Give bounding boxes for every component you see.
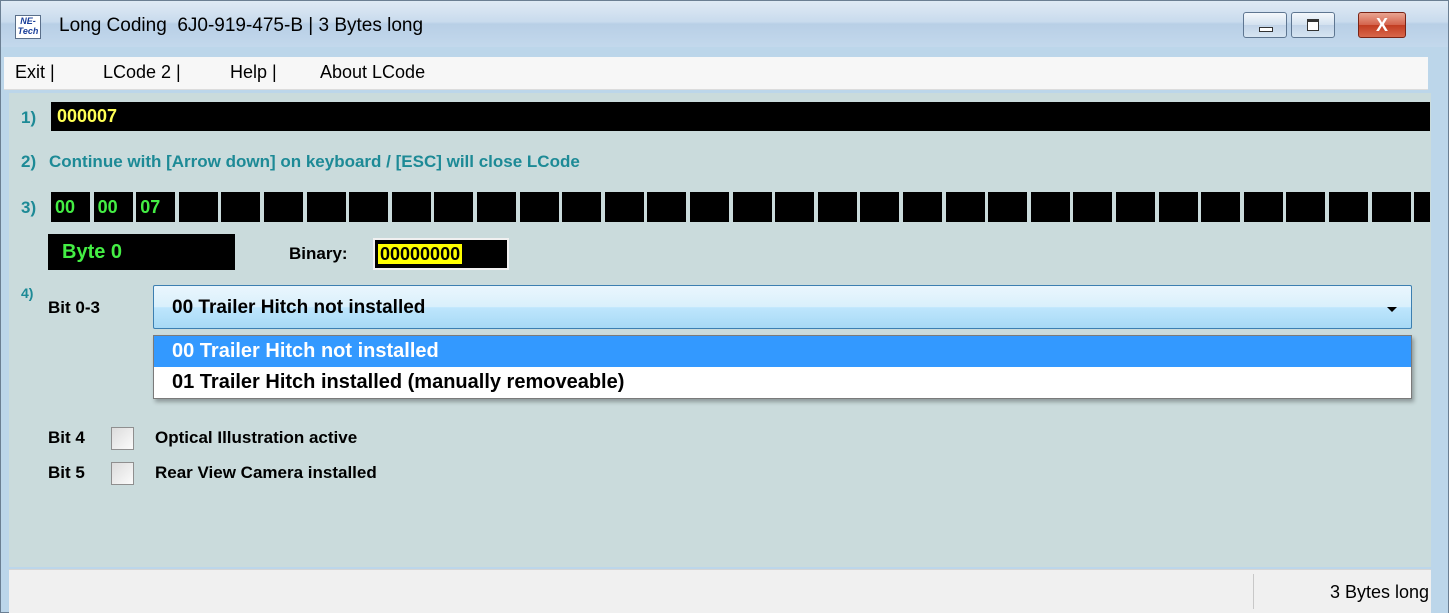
status-byte-count: 3 Bytes long xyxy=(1329,582,1429,602)
byte-index-label: Byte 0 xyxy=(48,234,235,270)
byte-cell[interactable] xyxy=(1073,192,1113,222)
menu-item-about[interactable]: About LCode xyxy=(320,62,425,83)
dropdown-option[interactable]: 01 Trailer Hitch installed (manually rem… xyxy=(154,367,1411,398)
byte-cell[interactable]: 00 xyxy=(93,192,133,222)
byte-cell[interactable]: 07 xyxy=(136,192,176,222)
byte-cell[interactable] xyxy=(1243,192,1283,222)
byte-cell[interactable] xyxy=(945,192,985,222)
status-bar: 3 Bytes long xyxy=(9,569,1431,613)
byte-cell[interactable] xyxy=(775,192,815,222)
menu-item-help[interactable]: Help | xyxy=(230,62,277,83)
close-button[interactable]: X xyxy=(1358,12,1406,38)
byte-cell[interactable] xyxy=(391,192,431,222)
byte-cell[interactable] xyxy=(264,192,303,222)
title-bar[interactable]: NE-Tech Long Coding 6J0-919-475-B | 3 By… xyxy=(1,1,1448,47)
byte-cell[interactable] xyxy=(647,192,687,222)
status-divider xyxy=(1253,574,1254,609)
dropdown-option[interactable]: 00 Trailer Hitch not installed xyxy=(154,336,1411,367)
bit-4-description: Optical Illustration active xyxy=(155,428,358,447)
byte-cell[interactable] xyxy=(1371,192,1411,222)
step-4-label: 4) xyxy=(21,285,34,301)
byte-cell[interactable] xyxy=(1158,192,1198,222)
byte-cell[interactable] xyxy=(349,192,389,222)
byte-cell[interactable] xyxy=(988,192,1028,222)
byte-cell[interactable] xyxy=(1414,192,1430,222)
byte-cell[interactable] xyxy=(221,192,261,222)
byte-cell[interactable] xyxy=(306,192,346,222)
chevron-down-icon[interactable] xyxy=(1387,307,1397,312)
menu-item-exit[interactable]: Exit | xyxy=(15,62,55,83)
maximize-button[interactable] xyxy=(1291,12,1335,38)
byte-cell[interactable] xyxy=(817,192,857,222)
byte-cell[interactable] xyxy=(519,192,559,222)
instruction-text: Continue with [Arrow down] on keyboard /… xyxy=(49,152,580,171)
step-1-label: 1) xyxy=(21,108,37,127)
bit-0-3-combobox[interactable]: 00 Trailer Hitch not installed xyxy=(153,285,1412,329)
byte-cell[interactable] xyxy=(434,192,474,222)
bit-5-label: Bit 5 xyxy=(48,463,85,482)
step-3-label: 3) xyxy=(21,198,37,217)
byte-cell[interactable] xyxy=(1329,192,1368,222)
app-window: NE-Tech Long Coding 6J0-919-475-B | 3 By… xyxy=(0,0,1449,613)
byte-cell[interactable] xyxy=(1030,192,1070,222)
step-2-label: 2) xyxy=(21,152,37,171)
binary-label: Binary: xyxy=(289,244,348,263)
byte-cell[interactable] xyxy=(1201,192,1241,222)
byte-cell[interactable] xyxy=(562,192,602,222)
bit-4-label: Bit 4 xyxy=(48,428,85,447)
maximize-icon xyxy=(1307,19,1319,31)
bit-5-checkbox[interactable] xyxy=(111,462,134,485)
minimize-icon xyxy=(1259,27,1273,32)
byte-cell[interactable] xyxy=(732,192,772,222)
close-icon: X xyxy=(1375,15,1388,35)
menu-item-lcode2[interactable]: LCode 2 | xyxy=(103,62,181,83)
app-logo-icon: NE-Tech xyxy=(15,15,41,39)
byte-cell[interactable] xyxy=(178,192,218,222)
window-title: Long Coding 6J0-919-475-B | 3 Bytes long xyxy=(59,15,424,36)
byte-cell[interactable] xyxy=(477,192,516,222)
byte-cell[interactable] xyxy=(903,192,942,222)
byte-cell[interactable]: 00 xyxy=(51,192,90,222)
bit-0-3-label: Bit 0-3 xyxy=(48,298,100,317)
binary-value-field: 00000000 xyxy=(373,238,509,270)
long-code-field[interactable]: 000007 xyxy=(51,102,1430,131)
byte-cell[interactable] xyxy=(1116,192,1155,222)
byte-cell[interactable] xyxy=(1286,192,1326,222)
bit-4-checkbox[interactable] xyxy=(111,427,134,450)
bit-5-description: Rear View Camera installed xyxy=(155,463,377,482)
binary-value: 00000000 xyxy=(378,244,463,264)
combobox-selected-value: 00 Trailer Hitch not installed xyxy=(172,297,426,318)
minimize-button[interactable] xyxy=(1243,12,1287,38)
window-frame-right xyxy=(1431,93,1448,613)
byte-cell[interactable] xyxy=(604,192,644,222)
menu-bar: Exit | LCode 2 | Help | About LCode xyxy=(4,57,1428,90)
byte-cell[interactable] xyxy=(860,192,900,222)
bit-0-3-dropdown-list: 00 Trailer Hitch not installed 01 Traile… xyxy=(153,335,1412,399)
byte-cell[interactable] xyxy=(690,192,729,222)
